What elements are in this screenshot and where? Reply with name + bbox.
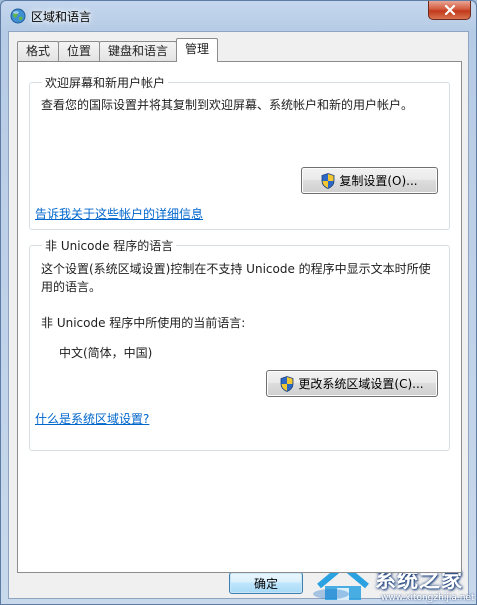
close-button[interactable] [428,1,471,20]
tab-strip: 格式 位置 键盘和语言 管理 [17,38,219,62]
group-title: 欢迎屏幕和新用户帐户 [42,74,169,91]
group-description: 查看您的国际设置并将其复制到欢迎屏幕、系统帐户和新的用户帐户。 [41,98,414,112]
dialog-window: 区域和语言 格式 位置 键盘和语言 管理 欢迎屏幕和新用户帐户 查看您的国际设置… [0,0,477,605]
uac-shield-icon [321,172,335,189]
group-description-line2: 用的语言。 [41,280,102,294]
ok-button[interactable]: 确定 [229,572,303,594]
copy-settings-button[interactable]: 复制设置(O)... [301,167,438,194]
change-system-locale-button[interactable]: 更改系统区域设置(C)... [266,370,438,397]
button-label: 确定 [253,576,278,591]
current-language-label: 非 Unicode 程序中所使用的当前语言: [41,316,246,330]
close-icon [444,5,455,15]
non-unicode-group: 非 Unicode 程序的语言 这个设置(系统区域设置)控制在不支持 Unico… [29,237,450,451]
system-locale-help-link[interactable]: 什么是系统区域设置? [35,410,149,428]
tab-keyboards-languages[interactable]: 键盘和语言 [99,41,178,62]
account-details-link[interactable]: 告诉我关于这些帐户的详细信息 [35,205,203,223]
tab-administrative[interactable]: 管理 [176,38,219,62]
title-bar[interactable]: 区域和语言 [1,1,476,31]
group-title: 非 Unicode 程序的语言 [42,237,177,254]
tab-formats[interactable]: 格式 [17,41,60,62]
watermark-url: www.xitongzhijia.net [381,593,475,603]
button-label: 更改系统区域设置(C)... [298,377,424,391]
globe-icon [10,8,26,24]
uac-shield-icon [281,375,294,392]
dialog-client: 格式 位置 键盘和语言 管理 欢迎屏幕和新用户帐户 查看您的国际设置并将其复制到… [8,31,469,599]
welcome-screen-group: 欢迎屏幕和新用户帐户 查看您的国际设置并将其复制到欢迎屏幕、系统帐户和新的用户帐… [29,74,450,230]
group-description-line1: 这个设置(系统区域设置)控制在不支持 Unicode 的程序中显示文本时所使 [41,262,431,276]
button-label: 复制设置(O)... [339,174,418,188]
tab-panel: 欢迎屏幕和新用户帐户 查看您的国际设置并将其复制到欢迎屏幕、系统帐户和新的用户帐… [17,61,462,573]
current-language-value: 中文(简体，中国) [59,346,153,360]
tab-location[interactable]: 位置 [58,41,101,62]
window-title: 区域和语言 [31,10,92,24]
